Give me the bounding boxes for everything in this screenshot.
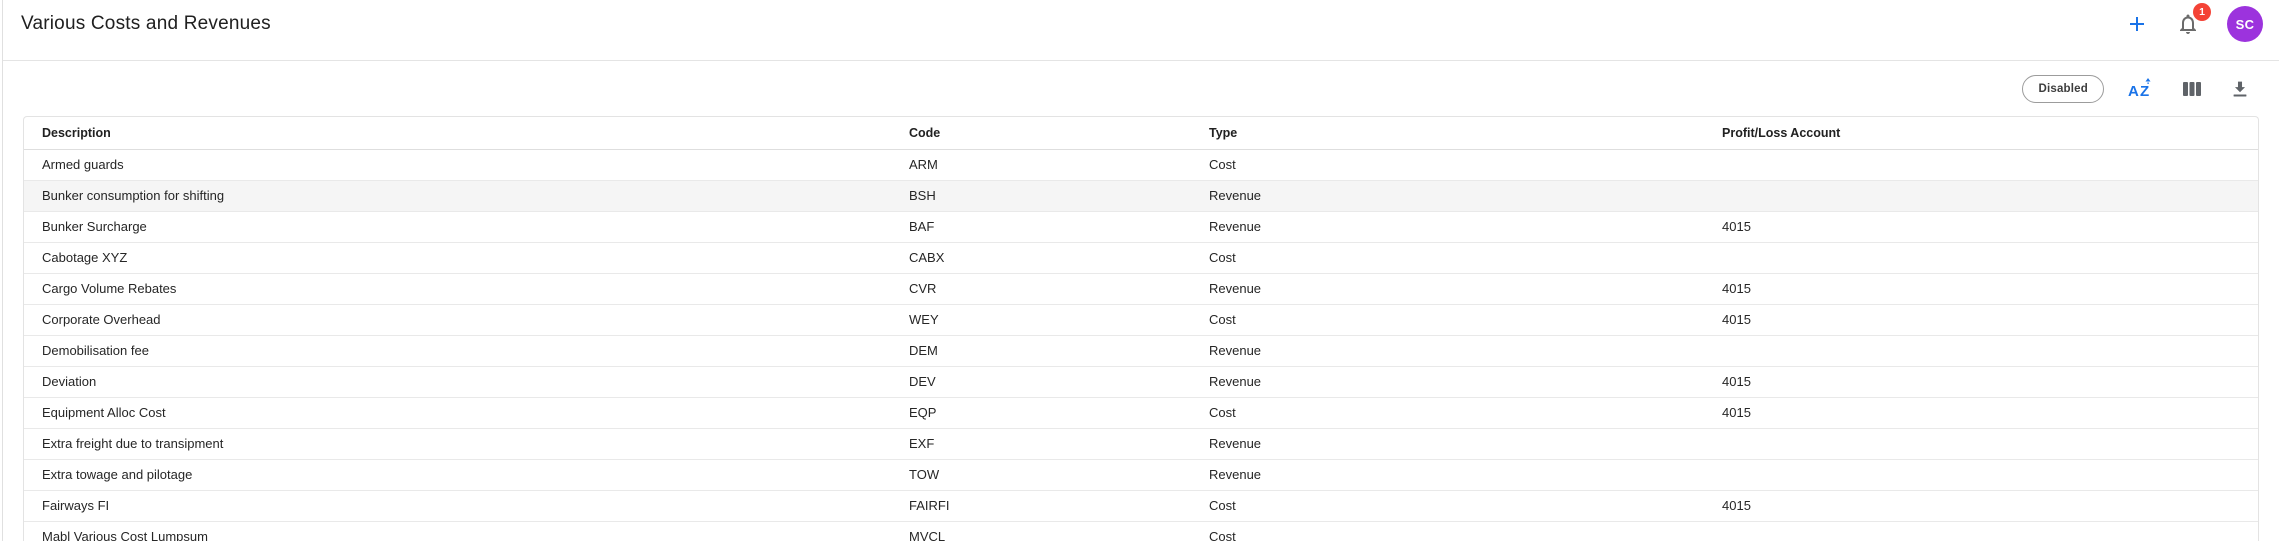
cell-pl-account	[1704, 428, 2258, 459]
cell-description: Armed guards	[24, 149, 891, 180]
download-icon	[2229, 78, 2251, 100]
cell-pl-account	[1704, 149, 2258, 180]
sort-alphabetical-icon: A Z	[2128, 77, 2156, 101]
cell-description: Deviation	[24, 366, 891, 397]
table-row[interactable]: Bunker consumption for shifting BSH Reve…	[24, 180, 2258, 211]
cell-description: Bunker consumption for shifting	[24, 180, 891, 211]
cell-description: Equipment Alloc Cost	[24, 397, 891, 428]
table-row[interactable]: Extra freight due to transipment EXF Rev…	[24, 428, 2258, 459]
column-header-type[interactable]: Type	[1191, 117, 1704, 149]
cell-pl-account: 4015	[1704, 490, 2258, 521]
cell-pl-account: 4015	[1704, 304, 2258, 335]
cell-type: Revenue	[1191, 428, 1704, 459]
cell-description: Demobilisation fee	[24, 335, 891, 366]
cell-type: Revenue	[1191, 459, 1704, 490]
table-row[interactable]: Armed guards ARM Cost	[24, 149, 2258, 180]
table-card: Description Code Type Profit/Loss Accoun…	[23, 116, 2259, 541]
cell-code: WEY	[891, 304, 1191, 335]
cell-code: BSH	[891, 180, 1191, 211]
header-actions: 1 SC	[2125, 6, 2263, 42]
disabled-filter-chip[interactable]: Disabled	[2022, 75, 2104, 103]
cell-type: Cost	[1191, 304, 1704, 335]
table-row[interactable]: Cabotage XYZ CABX Cost	[24, 242, 2258, 273]
notifications-button[interactable]: 1	[2175, 11, 2201, 37]
table-row[interactable]: Cargo Volume Rebates CVR Revenue 4015	[24, 273, 2258, 304]
table-row[interactable]: Bunker Surcharge BAF Revenue 4015	[24, 211, 2258, 242]
svg-text:A: A	[2128, 83, 2139, 100]
cell-type: Revenue	[1191, 366, 1704, 397]
cell-description: Bunker Surcharge	[24, 211, 891, 242]
cell-description: Cargo Volume Rebates	[24, 273, 891, 304]
column-header-pl-account[interactable]: Profit/Loss Account	[1704, 117, 2258, 149]
cell-pl-account: 4015	[1704, 397, 2258, 428]
sort-alphabetical-button[interactable]: A Z	[2128, 77, 2156, 101]
cell-pl-account	[1704, 521, 2258, 541]
columns-icon	[2181, 78, 2203, 100]
page: Various Costs and Revenues 1 SC Disabled…	[2, 0, 2279, 541]
cell-pl-account	[1704, 242, 2258, 273]
cell-pl-account	[1704, 180, 2258, 211]
table-header-row: Description Code Type Profit/Loss Accoun…	[24, 117, 2258, 149]
cell-type: Cost	[1191, 397, 1704, 428]
page-title: Various Costs and Revenues	[21, 13, 271, 35]
table-row[interactable]: Equipment Alloc Cost EQP Cost 4015	[24, 397, 2258, 428]
column-settings-button[interactable]	[2180, 77, 2204, 101]
column-header-description[interactable]: Description	[24, 117, 891, 149]
cell-type: Revenue	[1191, 211, 1704, 242]
cell-pl-account: 4015	[1704, 273, 2258, 304]
table-row[interactable]: Deviation DEV Revenue 4015	[24, 366, 2258, 397]
table-row[interactable]: Demobilisation fee DEM Revenue	[24, 335, 2258, 366]
table-row[interactable]: Corporate Overhead WEY Cost 4015	[24, 304, 2258, 335]
cell-code: EQP	[891, 397, 1191, 428]
cell-type: Revenue	[1191, 273, 1704, 304]
column-header-code[interactable]: Code	[891, 117, 1191, 149]
cell-pl-account: 4015	[1704, 211, 2258, 242]
cell-code: CVR	[891, 273, 1191, 304]
costs-revenues-table: Description Code Type Profit/Loss Accoun…	[24, 117, 2258, 541]
cell-type: Cost	[1191, 149, 1704, 180]
cell-type: Cost	[1191, 490, 1704, 521]
cell-code: BAF	[891, 211, 1191, 242]
table-row[interactable]: Mabl Various Cost Lumpsum MVCL Cost	[24, 521, 2258, 541]
cell-pl-account	[1704, 335, 2258, 366]
cell-code: TOW	[891, 459, 1191, 490]
app-header: Various Costs and Revenues 1 SC	[3, 0, 2279, 61]
table-row[interactable]: Extra towage and pilotage TOW Revenue	[24, 459, 2258, 490]
notification-badge: 1	[2193, 3, 2211, 21]
plus-icon	[2125, 12, 2149, 36]
add-button[interactable]	[2125, 12, 2149, 36]
cell-type: Revenue	[1191, 335, 1704, 366]
cell-code: FAIRFI	[891, 490, 1191, 521]
cell-type: Cost	[1191, 521, 1704, 541]
cell-description: Corporate Overhead	[24, 304, 891, 335]
cell-description: Mabl Various Cost Lumpsum	[24, 521, 891, 541]
svg-text:Z: Z	[2140, 83, 2149, 100]
cell-type: Revenue	[1191, 180, 1704, 211]
cell-type: Cost	[1191, 242, 1704, 273]
cell-description: Extra towage and pilotage	[24, 459, 891, 490]
cell-description: Cabotage XYZ	[24, 242, 891, 273]
cell-code: DEV	[891, 366, 1191, 397]
cell-code: DEM	[891, 335, 1191, 366]
cell-code: ARM	[891, 149, 1191, 180]
table-toolbar: Disabled A Z	[3, 61, 2279, 116]
avatar[interactable]: SC	[2227, 6, 2263, 42]
cell-code: CABX	[891, 242, 1191, 273]
cell-pl-account: 4015	[1704, 366, 2258, 397]
cell-code: MVCL	[891, 521, 1191, 541]
table-body: Armed guards ARM Cost Bunker consumption…	[24, 149, 2258, 541]
cell-pl-account	[1704, 459, 2258, 490]
cell-description: Fairways FI	[24, 490, 891, 521]
table-row[interactable]: Fairways FI FAIRFI Cost 4015	[24, 490, 2258, 521]
cell-description: Extra freight due to transipment	[24, 428, 891, 459]
download-button[interactable]	[2228, 77, 2252, 101]
cell-code: EXF	[891, 428, 1191, 459]
